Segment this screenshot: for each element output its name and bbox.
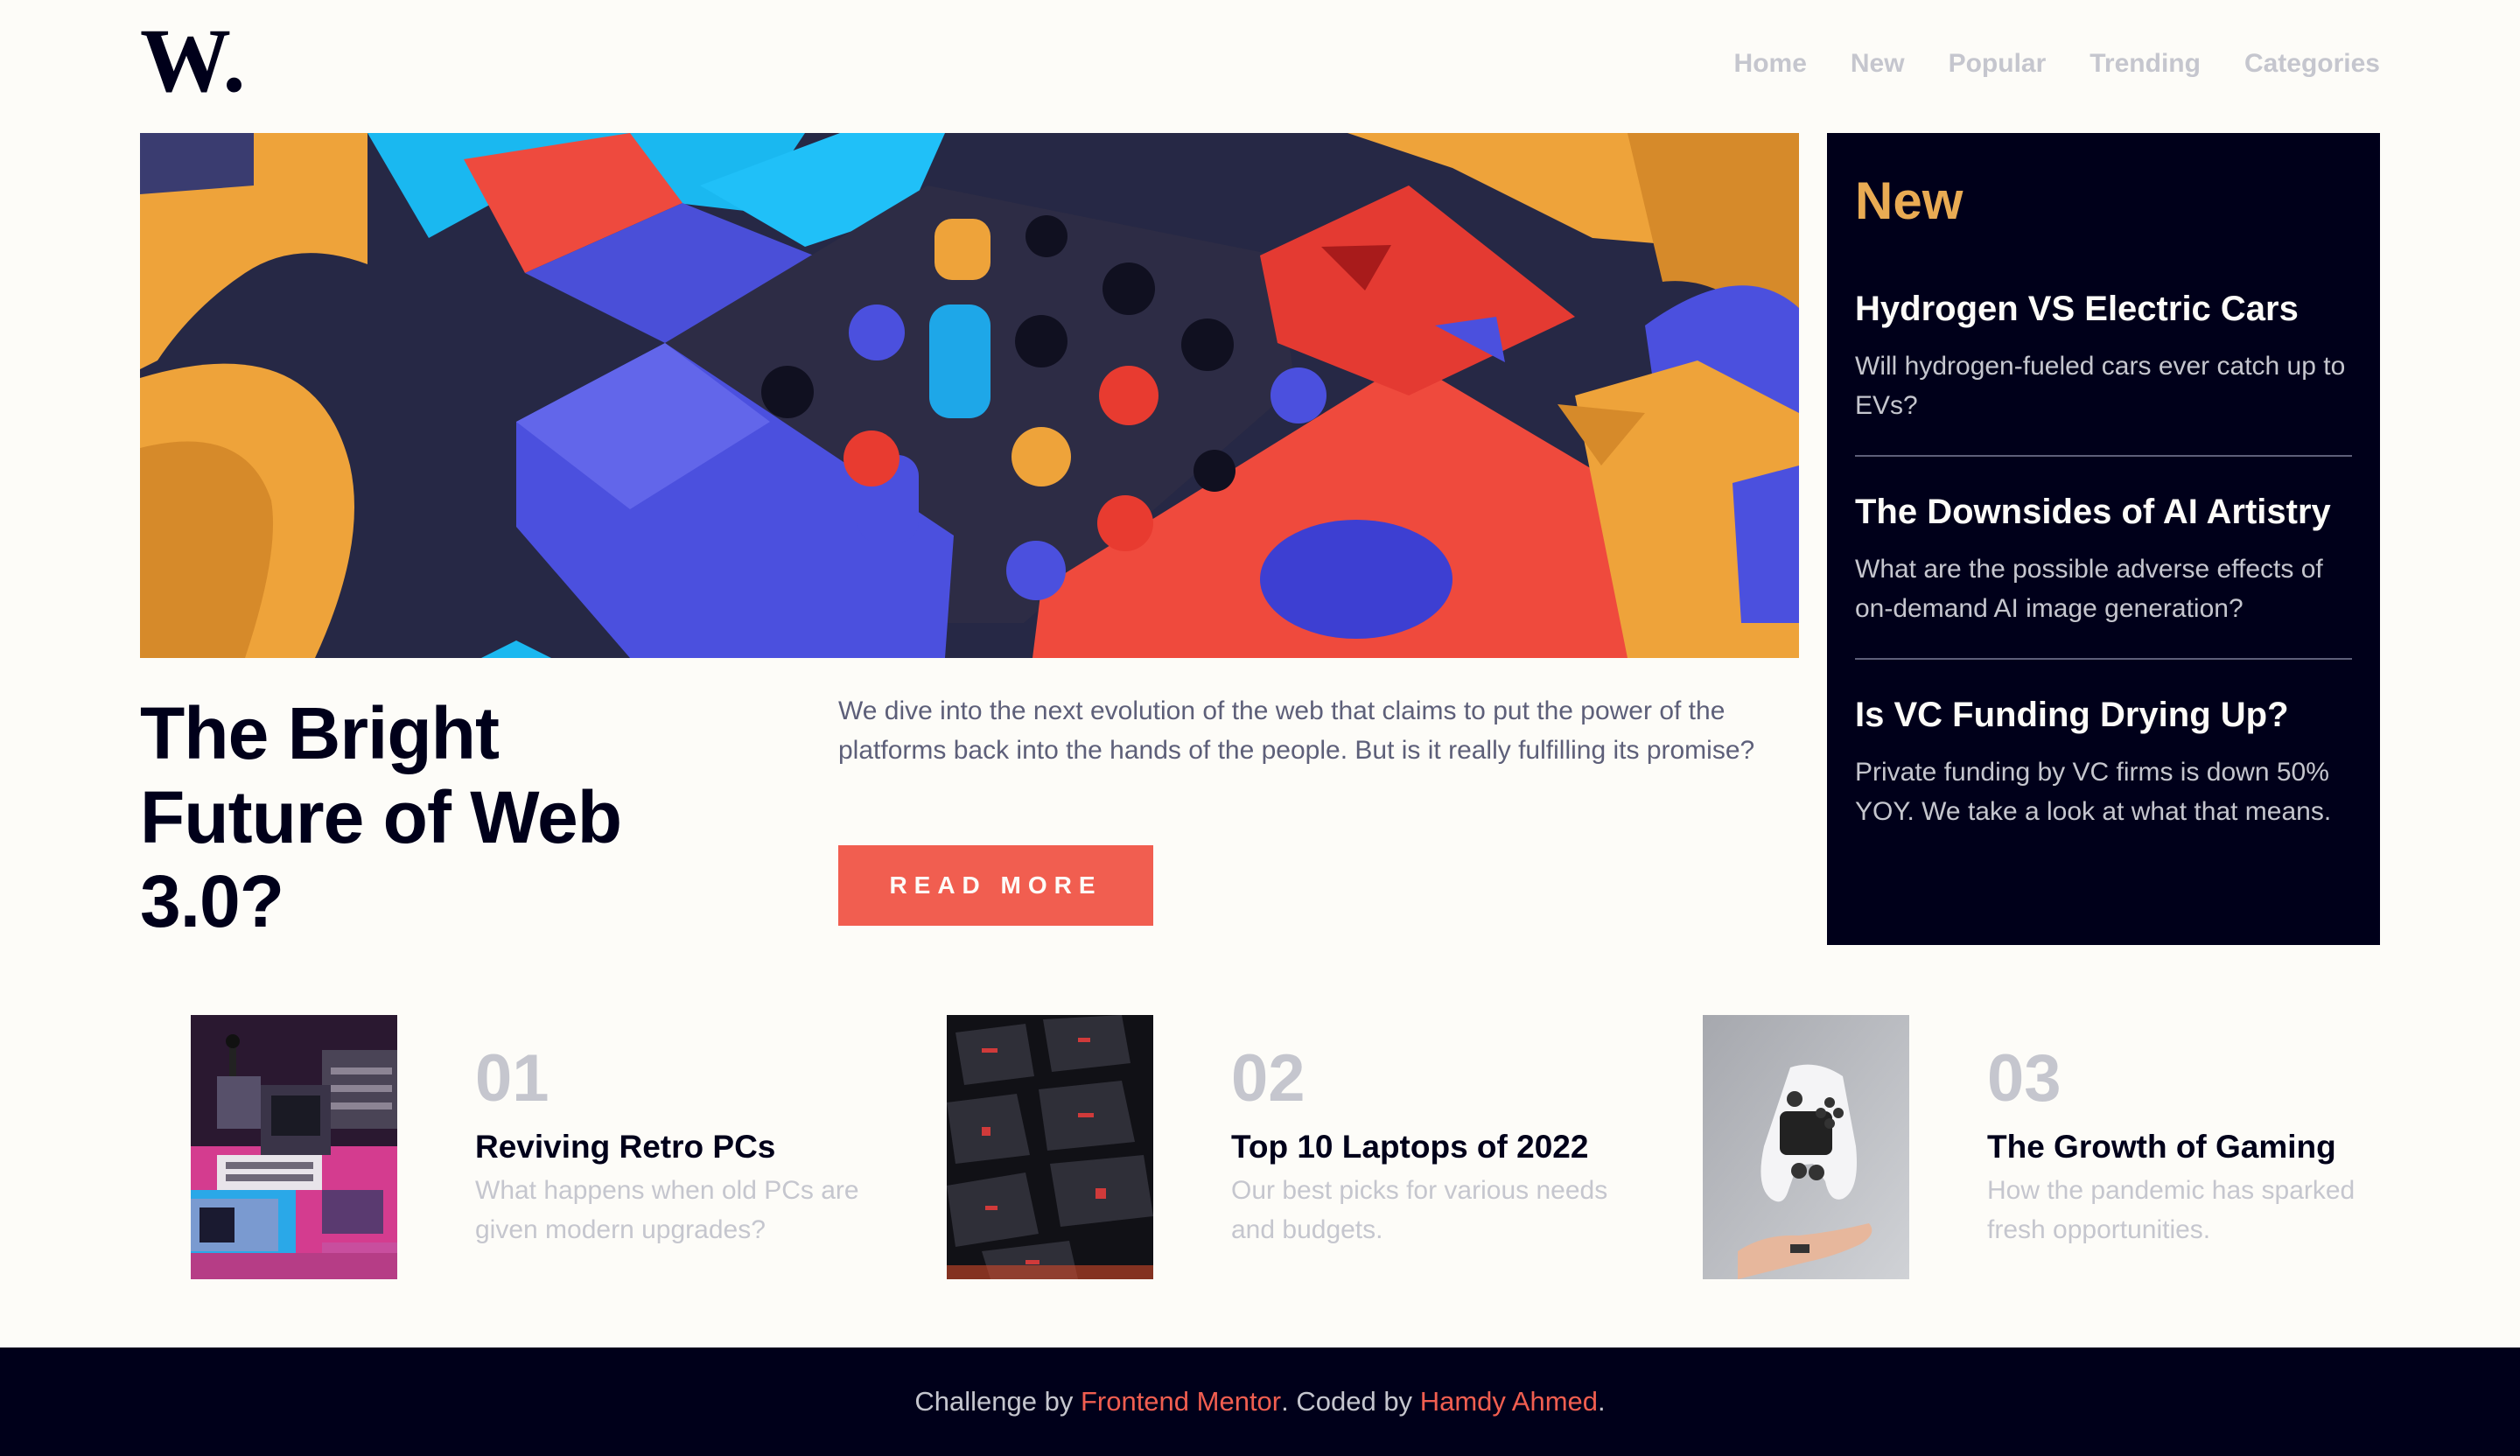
new-panel: New Hydrogen VS Electric Cars Will hydro… (1827, 133, 2380, 945)
article-card[interactable]: 02 Top 10 Laptops of 2022 Our best picks… (947, 1015, 1647, 1279)
nav-home[interactable]: Home (1734, 49, 1807, 79)
footer-suffix: . (1598, 1386, 1606, 1417)
top-articles: 01 Reviving Retro PCs What happens when … (191, 1015, 2380, 1279)
article-desc: Our best picks for various needs and bud… (1231, 1176, 1608, 1244)
hero-title: The Bright Future of Web 3.0? (140, 692, 622, 942)
footer-middle: . Coded by (1281, 1386, 1413, 1417)
main-nav: Home New Popular Trending Categories (1734, 49, 2380, 79)
article-thumbnail-laptops (947, 1015, 1153, 1279)
article-thumbnail-retro-pcs (191, 1015, 397, 1279)
hero-description: We dive into the next evolution of the w… (838, 696, 1755, 765)
hero-image (140, 133, 1799, 658)
footer-link-author[interactable]: Hamdy Ahmed (1420, 1386, 1598, 1418)
logo[interactable]: W. (140, 24, 254, 100)
new-heading: New (1855, 172, 1964, 230)
new-item-desc: What are the possible adverse effects of… (1855, 555, 2323, 623)
article-thumbnail-gaming (1703, 1015, 1909, 1279)
nav-popular[interactable]: Popular (1949, 49, 2047, 79)
new-item-title[interactable]: Is VC Funding Drying Up? (1855, 693, 2352, 737)
article-card[interactable]: 01 Reviving Retro PCs What happens when … (191, 1015, 891, 1279)
read-more-button[interactable]: READ MORE (838, 845, 1153, 926)
article-title[interactable]: Reviving Retro PCs (475, 1125, 775, 1169)
nav-trending[interactable]: Trending (2090, 49, 2201, 79)
new-item[interactable]: Hydrogen VS Electric Cars Will hydrogen-… (1855, 287, 2352, 457)
article-title[interactable]: Top 10 Laptops of 2022 (1231, 1125, 1588, 1169)
article-card[interactable]: 03 The Growth of Gaming How the pandemic… (1703, 1015, 2403, 1279)
new-item[interactable]: Is VC Funding Drying Up? Private funding… (1855, 693, 2352, 861)
new-item-title[interactable]: Hydrogen VS Electric Cars (1855, 287, 2352, 331)
nav-categories[interactable]: Categories (2244, 49, 2380, 79)
new-item-desc: Will hydrogen-fueled cars ever catch up … (1855, 352, 2346, 420)
footer-link-frontend-mentor[interactable]: Frontend Mentor (1081, 1386, 1281, 1418)
article-number: 02 (1231, 1041, 1306, 1116)
footer: Challenge by Frontend Mentor. Coded by H… (0, 1348, 2520, 1456)
article-desc: What happens when old PCs are given mode… (475, 1176, 859, 1244)
new-item[interactable]: The Downsides of AI Artistry What are th… (1855, 490, 2352, 660)
header: W. Home New Popular Trending Categories (140, 23, 2380, 110)
nav-new[interactable]: New (1851, 49, 1905, 79)
article-title[interactable]: The Growth of Gaming (1987, 1125, 2336, 1169)
new-item-desc: Private funding by VC firms is down 50% … (1855, 758, 2332, 826)
article-number: 01 (475, 1041, 550, 1116)
article-number: 03 (1987, 1041, 2062, 1116)
article-desc: How the pandemic has sparked fresh oppor… (1987, 1176, 2356, 1244)
footer-prefix: Challenge by (914, 1386, 1074, 1417)
new-item-title[interactable]: The Downsides of AI Artistry (1855, 490, 2352, 534)
svg-text:W.: W. (140, 24, 245, 100)
